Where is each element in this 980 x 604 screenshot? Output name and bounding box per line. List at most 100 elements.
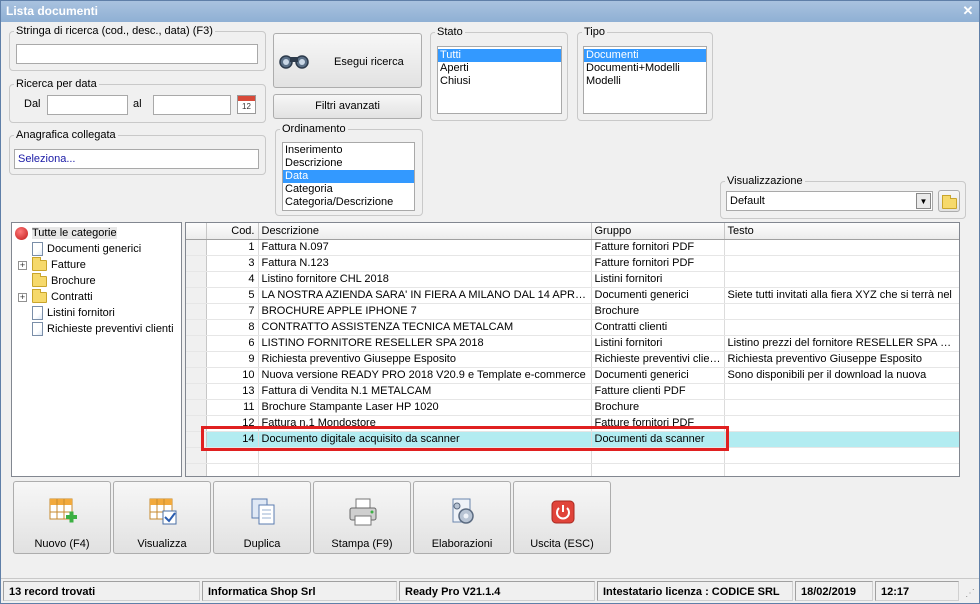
view-grid-icon [149,498,177,525]
cell-testo [724,431,959,448]
cell-gruppo: Fatture fornitori PDF [591,255,725,272]
type-legend: Tipo [584,26,605,38]
ordering-option[interactable]: Data [283,170,414,183]
cell-descrizione: LA NOSTRA AZIENDA SARA' IN FIERA A MILAN… [258,287,592,304]
process-button[interactable]: Elaborazioni [413,481,511,554]
type-list[interactable]: Documenti Documenti+Modelli Modelli [583,46,707,114]
cell-testo: Sono disponibili per il download la nuov… [724,367,959,384]
view-legend: Visualizzazione [727,175,803,187]
table-row[interactable]: 5 LA NOSTRA AZIENDA SARA' IN FIERA A MILA… [186,287,959,304]
print-button[interactable]: Stampa (F9) [313,481,411,554]
resize-grip-icon[interactable]: ⋰ [965,588,977,600]
state-option[interactable]: Chiusi [438,75,561,88]
folder-icon [32,272,47,287]
new-grid-icon [49,498,77,523]
tree-expand-icon[interactable]: + [18,293,27,302]
table-row[interactable]: 12 Fattura n.1 Mondostore Fatture fornitor… [186,415,959,432]
row-indicator [186,255,207,272]
cell-descrizione: Listino fornitore CHL 2018 [258,271,592,288]
cell-descrizione: LISTINO FORNITORE RESELLER SPA 2018 [258,335,592,352]
state-option[interactable]: Tutti [438,49,561,62]
cell-testo [724,319,959,336]
chevron-down-icon[interactable]: ▼ [916,193,931,209]
cell-gruppo: Richieste preventivi clienti [591,351,725,368]
type-option[interactable]: Modelli [584,75,706,88]
table-row[interactable]: 14 Documento digitale acquisito da scanne… [186,431,959,448]
table-row[interactable]: 10 Nuova versione READY PRO 2018 V20.9 e … [186,367,959,384]
cell-cod: 5 [206,287,259,304]
calendar-icon[interactable]: 12 [237,95,256,114]
date-from-input[interactable] [47,95,128,115]
search-input[interactable] [16,44,258,64]
exit-button[interactable]: Uscita (ESC) [513,481,611,554]
column-header-testo[interactable]: Testo [724,223,959,240]
category-tree: Tutte le categorie Documenti generici + Fa… [11,222,182,477]
table-row[interactable]: 4 Listino fornitore CHL 2018 Listini forni… [186,271,959,288]
type-option[interactable]: Documenti+Modelli [584,62,706,75]
tree-expand-icon[interactable]: + [18,261,27,270]
duplicate-icon [251,498,275,525]
linked-registry-select[interactable]: Seleziona... [14,149,259,169]
ordering-list[interactable]: Inserimento Descrizione Data Categoria C… [282,142,415,211]
cell-testo [724,415,959,432]
cell-gruppo: Contratti clienti [591,319,725,336]
cell-descrizione: Richiesta preventivo Giuseppe Esposito [258,351,592,368]
advanced-filters-button[interactable]: Filtri avanzati [273,94,422,119]
table-row[interactable]: 11 Brochure Stampante Laser HP 1020 Brochu… [186,399,959,416]
ordering-option[interactable]: Descrizione [283,157,414,170]
tree-item[interactable]: Fatture [32,256,86,273]
table-row[interactable]: 6 LISTINO FORNITORE RESELLER SPA 2018 List… [186,335,959,352]
empty-cell [258,447,592,464]
tree-item[interactable]: Richieste preventivi clienti [32,321,174,337]
empty-cell [724,447,959,464]
tree-item[interactable]: Brochure [32,272,96,289]
printer-icon [349,498,377,526]
close-icon[interactable]: ✕ [960,3,976,19]
column-header-cod[interactable]: Cod. [206,223,259,240]
tree-item-label: Fatture [51,259,86,271]
tree-item-label: Richieste preventivi clienti [47,323,174,335]
tree-item-label: Contratti [51,291,93,303]
date-to-label: al [133,98,142,110]
table-row[interactable]: 9 Richiesta preventivo Giuseppe Esposito R… [186,351,959,368]
tree-item[interactable]: Documenti generici [32,241,141,257]
column-header-gruppo[interactable]: Gruppo [591,223,725,240]
view-button-label: Visualizza [137,538,187,550]
cell-gruppo: Documenti generici [591,287,725,304]
duplicate-button-label: Duplica [243,538,281,550]
calendar-day: 12 [242,102,251,111]
column-header-descrizione[interactable]: Descrizione [258,223,592,240]
search-button[interactable]: Esegui ricerca [273,33,422,88]
cell-cod: 13 [206,383,259,400]
power-icon [551,500,575,524]
ordering-option[interactable]: Categoria [283,183,414,196]
cell-cod: 9 [206,351,259,368]
cell-gruppo: Brochure [591,399,725,416]
table-row[interactable]: 3 Fattura N.123 Fatture fornitori PDF [186,255,959,272]
ordering-option[interactable]: Categoria/Descrizione [283,196,414,209]
date-to-input[interactable] [153,95,231,115]
new-button[interactable]: Nuovo (F4) [13,481,111,554]
row-indicator [186,399,207,416]
view-button[interactable]: Visualizza [113,481,211,554]
tree-item[interactable]: Contratti [32,288,93,305]
table-row[interactable]: 1 Fattura N.097 Fatture fornitori PDF [186,239,959,256]
tree-root[interactable]: Tutte le categorie [15,225,117,241]
view-select[interactable]: Default ▼ [726,191,933,211]
duplicate-button[interactable]: Duplica [213,481,311,554]
table-row[interactable]: 7 BROCHURE APPLE IPHONE 7 Brochure [186,303,959,320]
cell-testo: Richiesta preventivo Giuseppe Esposito [724,351,959,368]
ordering-option[interactable]: Inserimento [283,144,414,157]
cell-cod: 7 [206,303,259,320]
window-title: Lista documenti [6,4,99,18]
cell-descrizione: Fattura N.097 [258,239,592,256]
type-option[interactable]: Documenti [584,49,706,62]
open-folder-button[interactable] [938,190,960,212]
table-row[interactable]: 8 CONTRATTO ASSISTENZA TECNICA METALCAM Co… [186,319,959,336]
state-option[interactable]: Aperti [438,62,561,75]
table-row[interactable]: 13 Fattura di Vendita N.1 METALCAM Fatture… [186,383,959,400]
cell-gruppo: Fatture clienti PDF [591,383,725,400]
empty-cell [206,447,259,464]
state-list[interactable]: Tutti Aperti Chiusi [437,46,562,114]
tree-item[interactable]: Listini fornitori [32,305,115,321]
